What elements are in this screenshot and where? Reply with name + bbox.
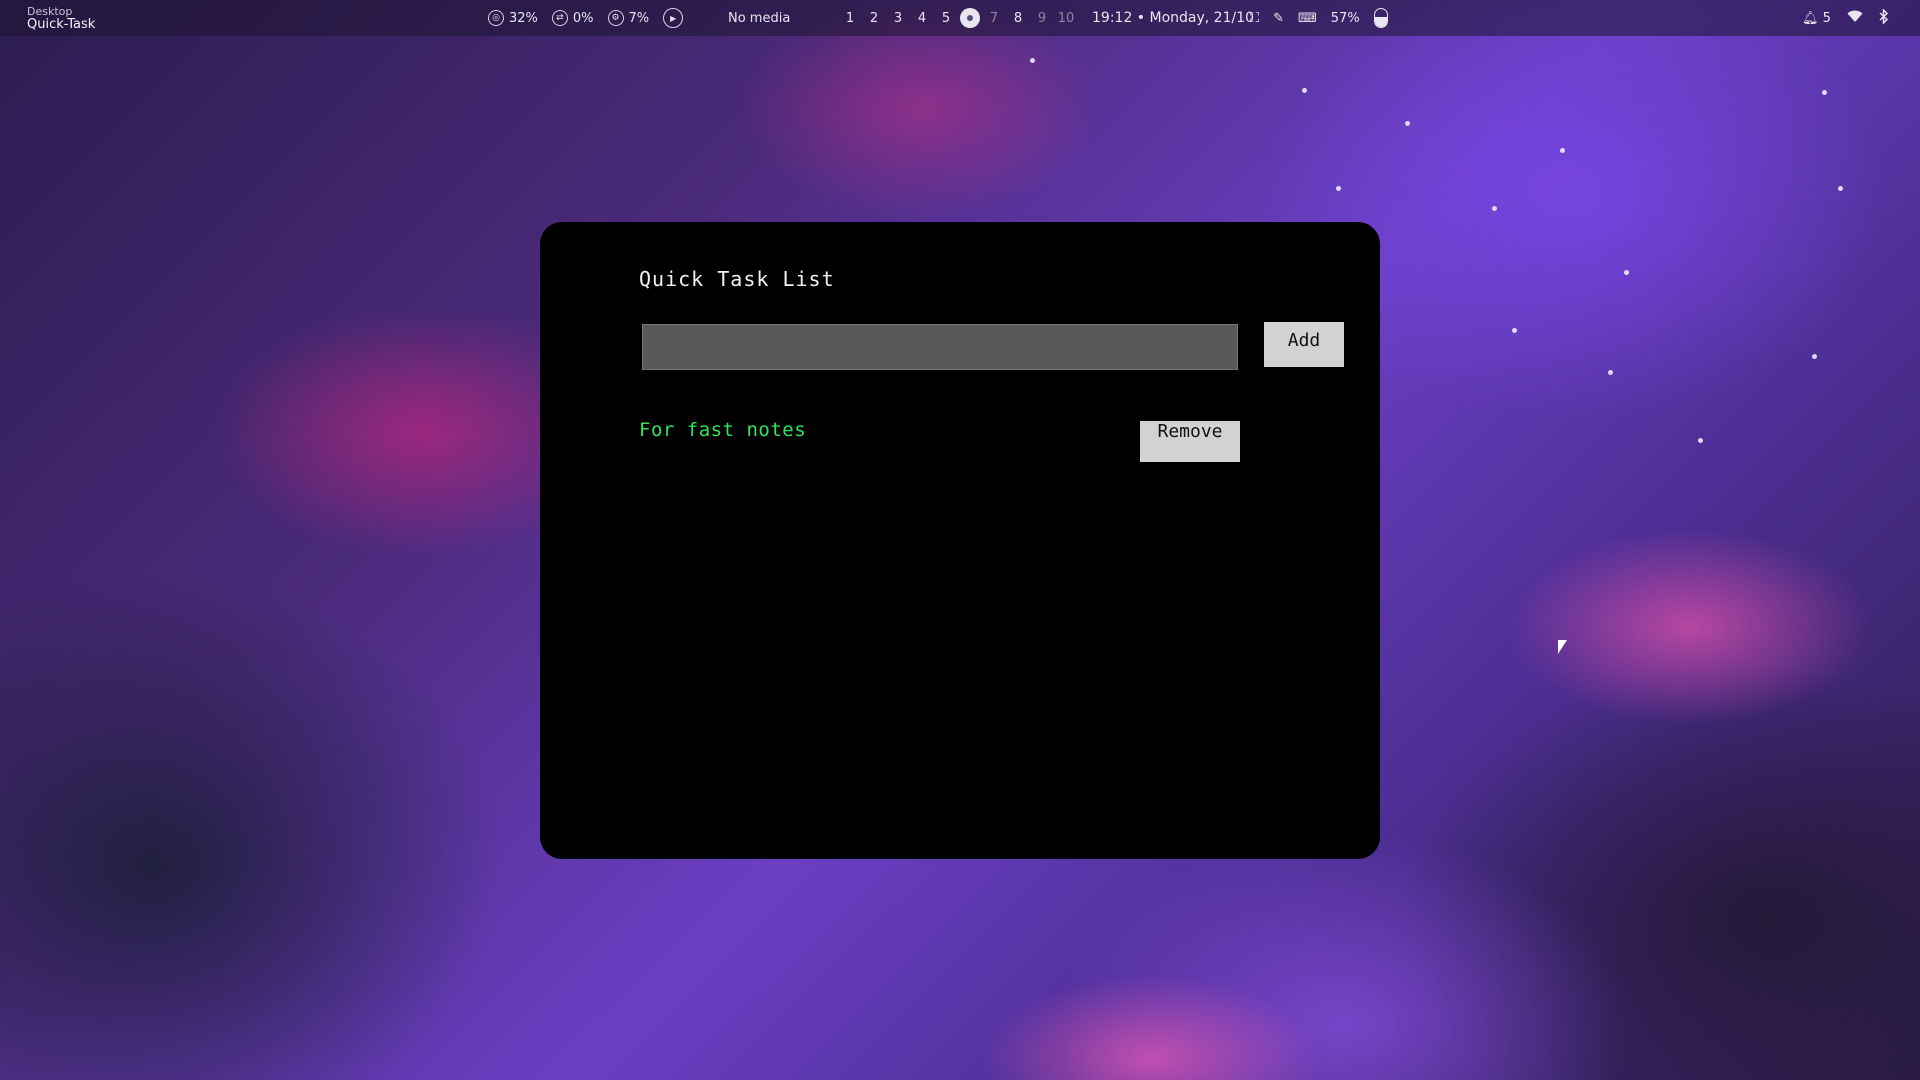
fullscreen-icon[interactable]: ⛶ bbox=[1250, 11, 1259, 26]
battery-level-fill bbox=[1374, 16, 1387, 27]
media-widget[interactable]: No media bbox=[728, 0, 790, 36]
color-picker-icon[interactable]: ✎ bbox=[1273, 11, 1284, 26]
top-bar: Desktop Quick-Task ◎ 32% ⇄ 0% ⚙ 7% ▶ No … bbox=[0, 0, 1920, 36]
battery-label: 57% bbox=[1330, 10, 1360, 26]
workspace-2[interactable]: 2 bbox=[862, 11, 886, 26]
mouse-cursor bbox=[1558, 640, 1567, 654]
cpu-usage: ◎ 32% bbox=[488, 10, 538, 26]
media-status-label: No media bbox=[728, 10, 791, 26]
workspace-1[interactable]: 1 bbox=[838, 11, 862, 26]
gpu-usage: ⚙ 7% bbox=[607, 10, 650, 26]
task-item-text: For fast notes bbox=[639, 419, 807, 441]
star-decoration bbox=[1822, 90, 1827, 95]
cpu-icon: ◎ bbox=[488, 10, 504, 26]
battery-icon bbox=[1373, 8, 1388, 28]
app-title: Quick Task List bbox=[639, 267, 835, 291]
star-decoration bbox=[1560, 148, 1565, 153]
gpu-usage-value: 7% bbox=[628, 10, 650, 26]
remove-button[interactable]: Remove bbox=[1140, 421, 1240, 462]
notifications[interactable]: 🔔︎ 5 bbox=[1802, 11, 1831, 26]
star-decoration bbox=[1512, 328, 1517, 333]
gpu-icon: ⚙ bbox=[607, 10, 624, 26]
utility-buttons: ⛶ ✎ ⌨ 57% bbox=[1250, 0, 1388, 36]
workspace-7[interactable]: 7 bbox=[982, 11, 1006, 26]
wifi-icon[interactable] bbox=[1847, 10, 1863, 27]
task-input[interactable] bbox=[642, 324, 1238, 370]
star-decoration bbox=[1405, 121, 1410, 126]
window-title-label: Quick-Task bbox=[27, 17, 96, 32]
swap-icon: ⇄ bbox=[551, 10, 568, 26]
workspace-3[interactable]: 3 bbox=[886, 11, 910, 26]
star-decoration bbox=[1838, 186, 1843, 191]
star-decoration bbox=[1336, 186, 1341, 191]
star-decoration bbox=[1030, 58, 1035, 63]
play-icon[interactable]: ▶ bbox=[663, 8, 684, 28]
active-window-info: Desktop Quick-Task bbox=[27, 0, 95, 36]
star-decoration bbox=[1608, 370, 1613, 375]
workspace-6-active[interactable] bbox=[960, 8, 980, 28]
clock-label: 19:12 • Monday, 21/10 bbox=[1092, 10, 1255, 26]
swap-usage-value: 0% bbox=[572, 10, 594, 26]
resource-monitor[interactable]: ◎ 32% ⇄ 0% ⚙ 7% ▶ bbox=[488, 0, 684, 36]
swap-usage: ⇄ 0% bbox=[551, 10, 594, 26]
workspace-10[interactable]: 10 bbox=[1054, 11, 1078, 26]
keyboard-icon[interactable]: ⌨ bbox=[1298, 11, 1317, 26]
notification-count: 5 bbox=[1822, 10, 1831, 26]
star-decoration bbox=[1302, 88, 1307, 93]
workspace-switcher: 1 2 3 4 5 7 8 9 10 bbox=[838, 0, 1078, 36]
bluetooth-icon[interactable] bbox=[1879, 7, 1889, 28]
desktop: { "topbar": { "window_class": "Desktop",… bbox=[0, 0, 1920, 1080]
bell-icon: 🔔︎ bbox=[1802, 10, 1819, 26]
star-decoration bbox=[1812, 354, 1817, 359]
clock[interactable]: 19:12 • Monday, 21/10 bbox=[1092, 0, 1254, 36]
star-decoration bbox=[1624, 270, 1629, 275]
system-tray: 🔔︎ 5 bbox=[1802, 0, 1889, 36]
quick-task-window: Quick Task List Add For fast notes Remov… bbox=[540, 222, 1380, 859]
workspace-9[interactable]: 9 bbox=[1030, 11, 1054, 26]
workspace-4[interactable]: 4 bbox=[910, 11, 934, 26]
cpu-usage-value: 32% bbox=[509, 10, 538, 26]
workspace-5[interactable]: 5 bbox=[934, 11, 958, 26]
add-button[interactable]: Add bbox=[1264, 322, 1344, 367]
star-decoration bbox=[1698, 438, 1703, 443]
star-decoration bbox=[1492, 206, 1497, 211]
workspace-8[interactable]: 8 bbox=[1006, 11, 1030, 26]
